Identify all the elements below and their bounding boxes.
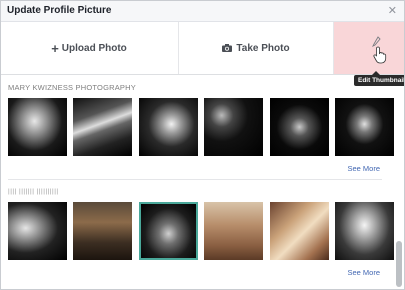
edit-thumbnail-button[interactable] bbox=[333, 22, 404, 74]
upload-photo-label: Upload Photo bbox=[61, 42, 127, 54]
camera-icon bbox=[222, 44, 233, 52]
photo-thumbnail[interactable] bbox=[138, 202, 198, 260]
album-photo-row bbox=[8, 98, 400, 156]
photo-thumbnail[interactable] bbox=[334, 98, 394, 156]
dialog-title: Update Profile Picture bbox=[7, 5, 112, 16]
album-divider bbox=[8, 179, 382, 180]
upload-photo-button[interactable]: + Upload Photo bbox=[1, 22, 177, 74]
update-profile-picture-dialog: Update Profile Picture ✕ + Upload Photo … bbox=[0, 0, 405, 290]
album-photo-row bbox=[8, 202, 400, 260]
photo-thumbnail[interactable] bbox=[334, 202, 394, 260]
photo-actions-bar: + Upload Photo Take Photo bbox=[1, 22, 404, 75]
photo-thumbnail[interactable] bbox=[204, 98, 264, 156]
photo-thumbnail[interactable] bbox=[204, 202, 264, 260]
photo-thumbnail[interactable] bbox=[8, 202, 67, 260]
plus-icon: + bbox=[51, 40, 59, 56]
edit-thumbnail-tooltip: Edit Thumbnail bbox=[354, 71, 404, 86]
photo-thumbnail[interactable] bbox=[269, 98, 329, 156]
album-title: |||| ||||||| |||||||||| bbox=[8, 188, 59, 195]
dialog-header: Update Profile Picture ✕ bbox=[1, 1, 404, 22]
take-photo-button[interactable]: Take Photo bbox=[178, 22, 333, 74]
photo-thumbnail[interactable] bbox=[269, 202, 329, 260]
hand-cursor-icon bbox=[373, 46, 387, 64]
photo-thumbnail[interactable] bbox=[73, 98, 133, 156]
photo-thumbnail[interactable] bbox=[73, 202, 133, 260]
photo-thumbnail[interactable] bbox=[8, 98, 67, 156]
scrollbar[interactable] bbox=[396, 241, 402, 287]
album-title: MARY KWIZNESS PHOTOGRAPHY bbox=[8, 83, 136, 92]
photo-thumbnail[interactable] bbox=[138, 98, 198, 156]
take-photo-label: Take Photo bbox=[236, 42, 290, 54]
see-more-link[interactable]: See More bbox=[347, 164, 380, 173]
see-more-link[interactable]: See More bbox=[347, 268, 380, 277]
close-icon[interactable]: ✕ bbox=[388, 4, 397, 17]
